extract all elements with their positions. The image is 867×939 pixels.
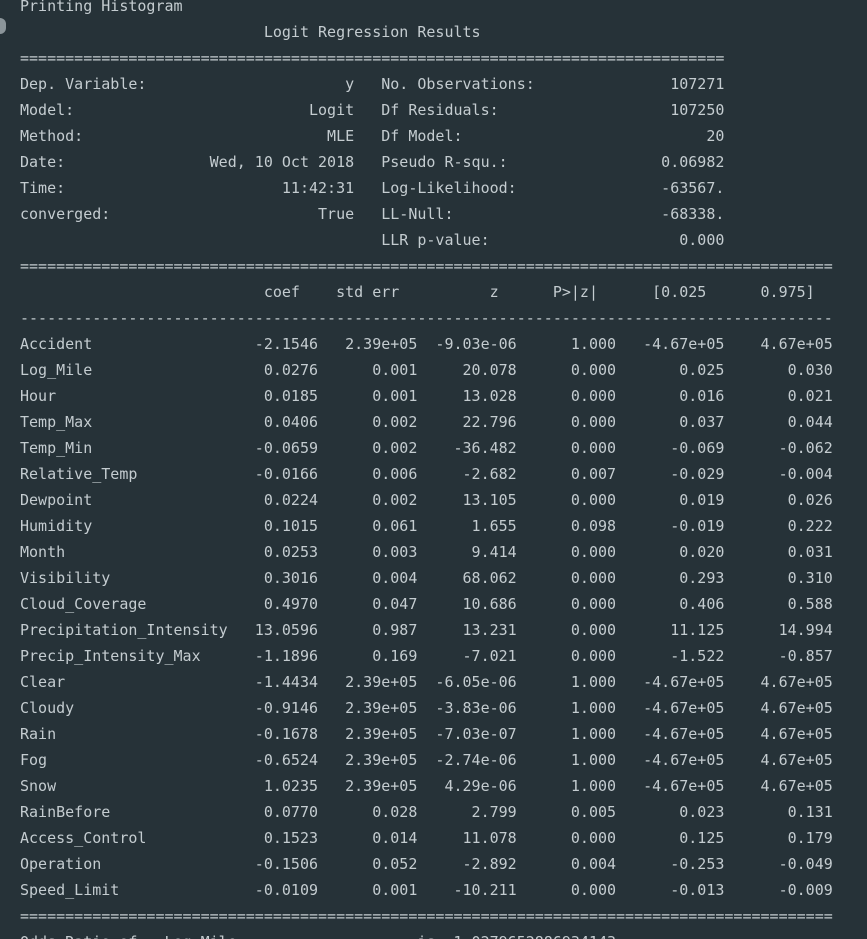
coef-row: RainBefore 0.0770 0.028 2.799 0.005 0.02… [20, 803, 833, 821]
coef-row: Clear -1.4434 2.39e+05 -6.05e-06 1.000 -… [20, 673, 833, 691]
summary-row: Time: 11:42:31 Log-Likelihood: -63567. [20, 179, 725, 197]
coef-row: Relative_Temp -0.0166 0.006 -2.682 0.007… [20, 465, 833, 483]
coef-row: Precip_Intensity_Max -1.1896 0.169 -7.02… [20, 647, 833, 665]
dash-rule: ----------------------------------------… [20, 309, 833, 327]
coef-row: Accident -2.1546 2.39e+05 -9.03e-06 1.00… [20, 335, 833, 353]
coef-row: Visibility 0.3016 0.004 68.062 0.000 0.2… [20, 569, 833, 587]
mid-rule: ========================================… [20, 257, 833, 275]
coef-row: Month 0.0253 0.003 9.414 0.000 0.020 0.0… [20, 543, 833, 561]
summary-row: Method: MLE Df Model: 20 [20, 127, 725, 145]
coef-row: Temp_Max 0.0406 0.002 22.796 0.000 0.037… [20, 413, 833, 431]
top-rule: ========================================… [20, 49, 725, 67]
coef-table-header: coef std err z P>|z| [0.025 0.975] [20, 283, 815, 301]
coef-row: Humidity 0.1015 0.061 1.655 0.098 -0.019… [20, 517, 833, 535]
results-title: Logit Regression Results [20, 23, 725, 41]
coef-row: Precipitation_Intensity 13.0596 0.987 13… [20, 621, 833, 639]
coef-row: Fog -0.6524 2.39e+05 -2.74e-06 1.000 -4.… [20, 751, 833, 769]
bottom-rule: ========================================… [20, 907, 833, 925]
coef-row: Temp_Min -0.0659 0.002 -36.482 0.000 -0.… [20, 439, 833, 457]
summary-row: Date: Wed, 10 Oct 2018 Pseudo R-squ.: 0.… [20, 153, 725, 171]
coef-row: Dewpoint 0.0224 0.002 13.105 0.000 0.019… [20, 491, 833, 509]
summary-row: Dep. Variable: y No. Observations: 10727… [20, 75, 725, 93]
coef-row: Log_Mile 0.0276 0.001 20.078 0.000 0.025… [20, 361, 833, 379]
cell-gutter-marker [0, 18, 6, 34]
regression-output: Printing Histogram Logit Regression Resu… [20, 0, 833, 939]
coef-row: Hour 0.0185 0.001 13.028 0.000 0.016 0.0… [20, 387, 833, 405]
coef-row: Cloud_Coverage 0.4970 0.047 10.686 0.000… [20, 595, 833, 613]
coef-row: Rain -0.1678 2.39e+05 -7.03e-07 1.000 -4… [20, 725, 833, 743]
summary-row: converged: True LL-Null: -68338. [20, 205, 725, 223]
odds-ratio-line: Odds Ratio of : Log_Mile is 1.0279652886… [20, 929, 833, 939]
coef-row: Speed_Limit -0.0109 0.001 -10.211 0.000 … [20, 881, 833, 899]
coef-row: Cloudy -0.9146 2.39e+05 -3.83e-06 1.000 … [20, 699, 833, 717]
output-header-line: Printing Histogram [20, 0, 183, 15]
coef-row: Operation -0.1506 0.052 -2.892 0.004 -0.… [20, 855, 833, 873]
coef-row: Access_Control 0.1523 0.014 11.078 0.000… [20, 829, 833, 847]
summary-row: Model: Logit Df Residuals: 107250 [20, 101, 725, 119]
coef-row: Snow 1.0235 2.39e+05 4.29e-06 1.000 -4.6… [20, 777, 833, 795]
summary-row: LLR p-value: 0.000 [20, 231, 725, 249]
